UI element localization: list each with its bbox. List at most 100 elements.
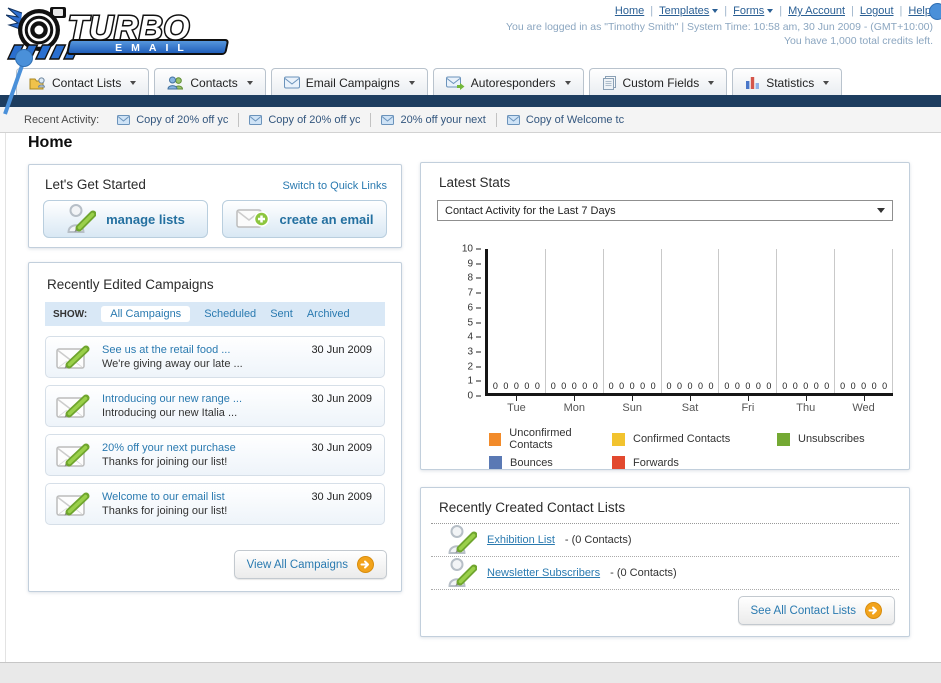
stats-period-selected-option: Contact Activity for the Last 7 Days <box>445 204 616 217</box>
tab-label: Custom Fields <box>622 75 700 90</box>
person-pencil-icon <box>447 557 477 589</box>
bar-value-labels: 0 0 0 0 0 <box>550 381 598 391</box>
top-link-templates[interactable]: Templates <box>659 5 719 17</box>
envelope-small-icon <box>117 114 131 125</box>
recent-activity-item-label: Copy of Welcome tc <box>525 113 625 126</box>
campaign-date: 30 Jun 2009 <box>311 344 372 356</box>
view-all-campaigns-button[interactable]: View All Campaigns <box>233 550 387 579</box>
envelope-plus-icon <box>235 207 270 231</box>
campaign-title-link[interactable]: 20% off your next purchase <box>102 441 236 455</box>
envelope-small-icon <box>381 114 395 125</box>
tab-email-campaigns[interactable]: Email Campaigns <box>270 68 428 96</box>
x-tick-mark <box>690 396 691 401</box>
recent-activity-item[interactable]: Copy of 20% off yc <box>249 114 360 126</box>
x-tick-mark <box>632 396 634 401</box>
person-pencil-icon <box>447 524 477 556</box>
chart-day-group: 0 0 0 0 0 Thu <box>777 249 836 414</box>
campaign-item[interactable]: See us at the retail food ... We're givin… <box>45 336 385 378</box>
y-tick-label: 9 <box>467 258 473 270</box>
switch-quick-links-link[interactable]: Switch to Quick Links <box>282 180 387 192</box>
pages-icon <box>602 75 617 90</box>
top-link-help[interactable]: Help <box>908 5 931 17</box>
contact-list-name-link[interactable]: Newsletter Subscribers <box>487 567 600 579</box>
x-tick-label: Wed <box>852 402 875 414</box>
svg-text:TURBO: TURBO <box>68 9 190 46</box>
legend-swatch <box>612 432 625 446</box>
y-tick-label: 4 <box>467 331 473 343</box>
filter-all-campaigns[interactable]: All Campaigns <box>101 306 191 322</box>
activity-separator <box>238 112 240 127</box>
tab-custom-fields[interactable]: Custom Fields <box>588 68 728 96</box>
top-link-my-account[interactable]: My Account <box>788 5 845 17</box>
arrow-circle-icon <box>865 602 882 619</box>
footer-strip <box>0 662 941 683</box>
link-separator: | <box>724 5 728 17</box>
contact-lists-panel: Recently Created Contact Lists Exhibitio… <box>420 487 910 637</box>
recent-activity-item-label: Copy of 20% off yc <box>268 113 361 126</box>
tab-contacts[interactable]: Contacts <box>154 68 266 96</box>
campaign-item[interactable]: Welcome to our email list Thanks for join… <box>45 483 385 525</box>
chevron-down-icon <box>823 80 830 88</box>
campaign-title-link[interactable]: Introducing our new range ... <box>102 392 242 406</box>
x-tick-label: Mon <box>563 402 585 414</box>
manage-lists-label: manage lists <box>106 211 185 227</box>
recent-activity-item[interactable]: Copy of Welcome tc <box>506 113 625 126</box>
create-an-email-button[interactable]: create an email <box>222 200 387 238</box>
chevron-down-icon <box>708 80 715 88</box>
campaign-title-link[interactable]: See us at the retail food ... <box>102 343 243 357</box>
see-all-contact-lists-button[interactable]: See All Contact Lists <box>737 596 895 625</box>
y-tick-label: 2 <box>467 361 473 373</box>
contact-list-item[interactable]: Exhibition List - (0 Contacts) <box>431 524 899 557</box>
chart-day-group: 0 0 0 0 0 Sat <box>662 249 720 414</box>
link-separator: | <box>779 5 783 17</box>
recent-activity-item-label: 20% off your next <box>400 113 486 126</box>
chart-legend: Unconfirmed Contacts Confirmed Contacts Un… <box>489 427 865 469</box>
contact-lists-title: Recently Created Contact Lists <box>439 500 626 515</box>
tab-label: Autoresponders <box>470 75 556 90</box>
filter-sent[interactable]: Sent <box>270 308 293 320</box>
recent-activity-bar: Recent Activity: Copy of 20% off yc Copy … <box>0 107 941 133</box>
y-tick-label: 0 <box>467 390 473 402</box>
tab-autoresponders[interactable]: Autoresponders <box>432 68 584 96</box>
top-link-forms[interactable]: Forms <box>733 5 774 17</box>
campaigns-title: Recently Edited Campaigns <box>47 277 214 292</box>
bar-value-labels: 0 0 0 0 0 <box>724 381 772 391</box>
campaign-title-link[interactable]: Welcome to our email list <box>102 490 227 504</box>
tab-statistics[interactable]: Statistics <box>732 68 843 96</box>
recent-activity-items: Copy of 20% off yc Copy of 20% off yc 20% … <box>117 112 625 127</box>
contact-list-item[interactable]: Newsletter Subscribers - (0 Contacts) <box>431 557 899 590</box>
campaign-item[interactable]: Introducing our new range ... Introducing… <box>45 385 385 427</box>
latest-stats-title: Latest Stats <box>439 175 511 190</box>
contact-list-count: - (0 Contacts) <box>610 567 677 579</box>
manage-lists-button[interactable]: manage lists <box>43 200 208 238</box>
arrow-circle-icon <box>357 556 374 573</box>
legend-label: Unsubscribes <box>798 433 865 445</box>
campaign-filters: All Campaigns Scheduled Sent Archived <box>101 306 350 322</box>
recent-activity-item[interactable]: 20% off your next <box>381 113 486 126</box>
legend-label: Forwards <box>633 456 679 469</box>
top-link-home[interactable]: Home <box>615 5 644 17</box>
legend-item: Unsubscribes <box>777 427 865 451</box>
campaign-date: 30 Jun 2009 <box>311 393 372 405</box>
contact-list-count: - (0 Contacts) <box>564 534 632 546</box>
filter-archived[interactable]: Archived <box>307 308 350 320</box>
y-tick-label: 1 <box>467 375 473 387</box>
chart-plot-area: 0 0 0 0 0 Tue 0 0 0 0 0 Mon 0 0 0 0 0 Sun 0 0 … <box>485 249 894 414</box>
contact-list-name-link[interactable]: Exhibition List <box>487 534 555 546</box>
legend-swatch <box>489 432 502 446</box>
envelope-small-icon <box>249 114 263 125</box>
legend-label: Confirmed Contacts <box>633 433 731 445</box>
campaign-item-text: Welcome to our email list Thanks for join… <box>102 490 227 518</box>
stats-period-select[interactable]: Contact Activity for the Last 7 Days <box>437 200 893 221</box>
y-tick-mark <box>476 322 481 323</box>
campaign-item[interactable]: 20% off your next purchase Thanks for joi… <box>45 434 385 476</box>
y-tick-mark <box>476 248 481 250</box>
top-link-logout[interactable]: Logout <box>860 5 894 17</box>
chevron-down-icon <box>130 80 137 88</box>
legend-item: Confirmed Contacts <box>612 427 777 451</box>
recent-activity-item[interactable]: Copy of 20% off yc <box>117 114 228 126</box>
x-tick-label: Sun <box>622 402 642 414</box>
person-pencil-icon <box>66 203 97 235</box>
filter-scheduled[interactable]: Scheduled <box>204 308 256 320</box>
chevron-down-icon <box>877 208 885 217</box>
